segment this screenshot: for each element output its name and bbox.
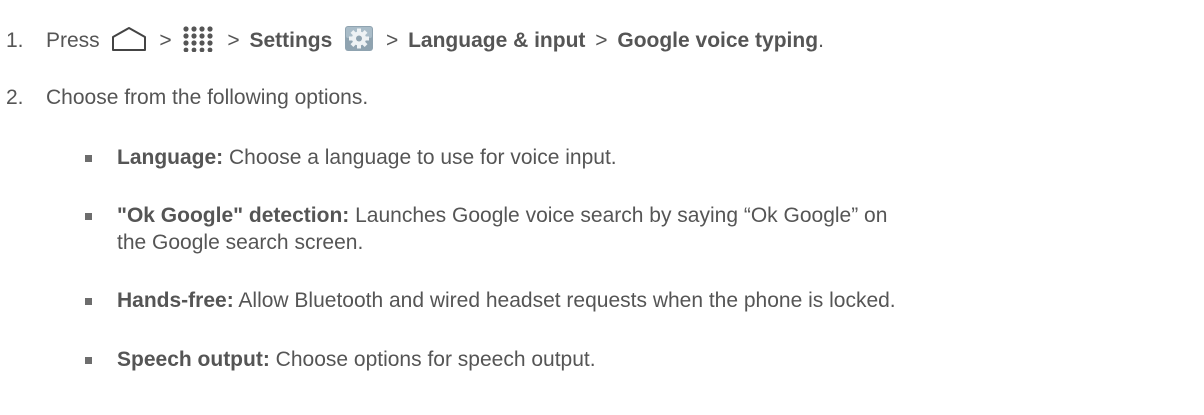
separator: > [385,29,399,52]
language-input-label: Language & input [408,29,586,52]
separator: > [595,29,608,52]
option-text: "Ok Google" detection: Launches Google v… [117,202,1196,256]
separator: > [227,29,240,52]
period: . [818,29,824,52]
separator: > [159,29,172,52]
option-description: Choose options for speech output. [275,348,596,371]
settings-label: Settings [249,29,333,52]
option-text: Hands-free: Allow Bluetooth and wired he… [117,287,1196,314]
bullet-icon [85,357,92,364]
option-description: Allow Bluetooth and wired headset reques… [238,289,896,312]
option-text: Language: Choose a language to use for v… [117,144,1196,171]
option-description: Launches Google voice search by saying “… [355,204,888,227]
step-1-text: Press > > Settings > Language & input > … [46,25,1196,54]
step-number: 1. [6,29,24,52]
option-label: Language: [117,146,224,169]
bullet-icon [85,155,92,162]
option-description: Choose a language to use for voice input… [229,146,617,169]
settings-icon [344,25,374,52]
home-icon [110,25,148,52]
bullet-icon [85,213,92,220]
option-label: Speech output: [117,348,270,371]
bullet-icon [85,298,92,305]
press-text: Press [46,29,100,52]
apps-icon [181,25,215,53]
option-label: "Ok Google" detection: [117,204,350,227]
step-2-text: Choose from the following options. [46,86,369,109]
step-number: 2. [6,86,24,109]
instructions-document: 1. Press > > Settings > Language & input… [0,0,1204,415]
option-text: Speech output: Choose options for speech… [117,346,1196,373]
voice-typing-label: Google voice typing [617,29,819,52]
option-description-continued: the Google search screen. [117,231,364,254]
option-label: Hands-free: [117,289,234,312]
